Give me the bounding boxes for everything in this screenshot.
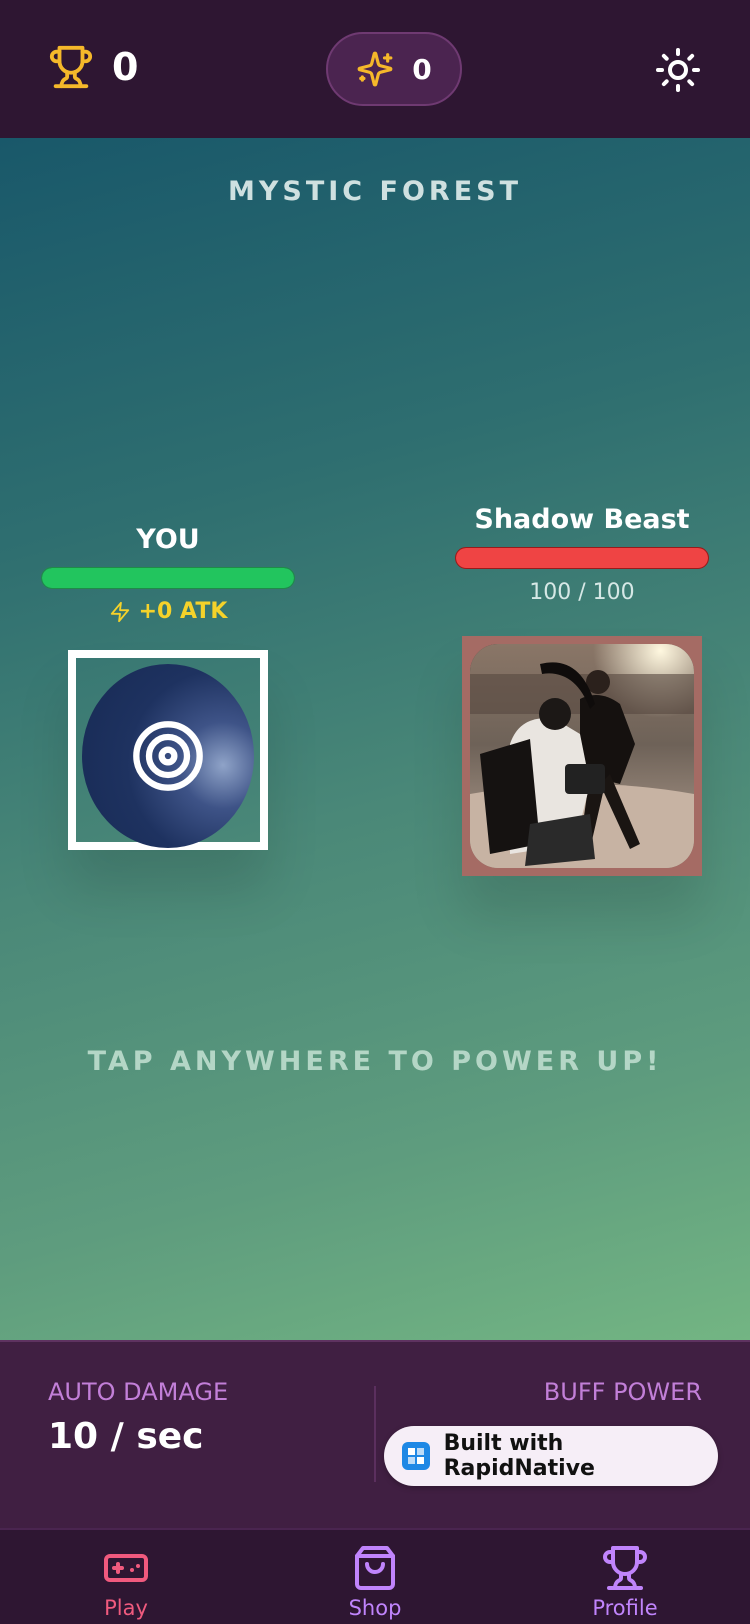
built-with-text: Built with RapidNative <box>443 1431 595 1481</box>
nav-item-play[interactable]: Play <box>56 1544 196 1620</box>
stats-divider <box>374 1386 376 1482</box>
nav-label-play: Play <box>104 1596 148 1620</box>
attack-bonus: +0 ATK <box>40 599 296 624</box>
player-health-fill <box>42 568 294 588</box>
bottom-nav: Play Shop Profile <box>0 1528 750 1624</box>
trophy-counter: 0 <box>48 44 138 90</box>
nav-label-profile: Profile <box>592 1596 658 1620</box>
sparkles-icon <box>357 51 393 87</box>
player-health-bar <box>41 567 295 589</box>
stats-panel: AUTO DAMAGE 10 / sec BUFF POWER Built wi… <box>0 1340 750 1528</box>
enemy-health-bar <box>455 547 709 569</box>
enemy-avatar-card[interactable] <box>462 636 702 876</box>
player-avatar-card[interactable] <box>68 650 268 850</box>
auto-damage-value: 10 / sec <box>48 1416 204 1457</box>
nav-label-shop: Shop <box>348 1596 402 1620</box>
target-icon <box>133 721 203 791</box>
trophy-icon <box>49 45 93 89</box>
tap-hint: TAP ANYWHERE TO POWER UP! <box>87 1046 663 1077</box>
enemy-photo-illustration <box>470 644 694 868</box>
attack-bonus-label: +0 ATK <box>138 599 228 624</box>
enemy-avatar-photo <box>470 644 694 868</box>
enemy-health-fill <box>456 548 708 568</box>
player-avatar <box>82 664 254 848</box>
trophy-count: 0 <box>112 45 139 89</box>
gem-counter-button[interactable]: 0 <box>326 32 462 106</box>
built-with-badge[interactable]: Built with RapidNative <box>384 1426 718 1486</box>
trophy-icon <box>603 1546 647 1590</box>
buff-power-label: BUFF POWER <box>543 1378 702 1406</box>
enemy-health-text: 100 / 100 <box>529 580 635 605</box>
gem-count: 0 <box>412 52 432 86</box>
nav-item-shop[interactable]: Shop <box>305 1544 445 1620</box>
enemy-name: Shadow Beast <box>474 504 690 535</box>
auto-damage-label: AUTO DAMAGE <box>48 1378 229 1406</box>
shopping-bag-icon <box>355 1546 395 1590</box>
arena-title: MYSTIC FOREST <box>227 176 523 207</box>
top-bar: 0 0 <box>0 0 750 138</box>
sun-icon[interactable] <box>654 46 702 94</box>
player-name: YOU <box>136 524 200 555</box>
nav-item-profile[interactable]: Profile <box>555 1544 695 1620</box>
battle-arena[interactable]: MYSTIC FOREST YOU +0 ATK Shadow Beast 10… <box>0 138 750 1340</box>
lightning-icon <box>110 601 129 622</box>
gamepad-icon <box>104 1554 148 1582</box>
rapidnative-logo-icon <box>402 1442 430 1470</box>
